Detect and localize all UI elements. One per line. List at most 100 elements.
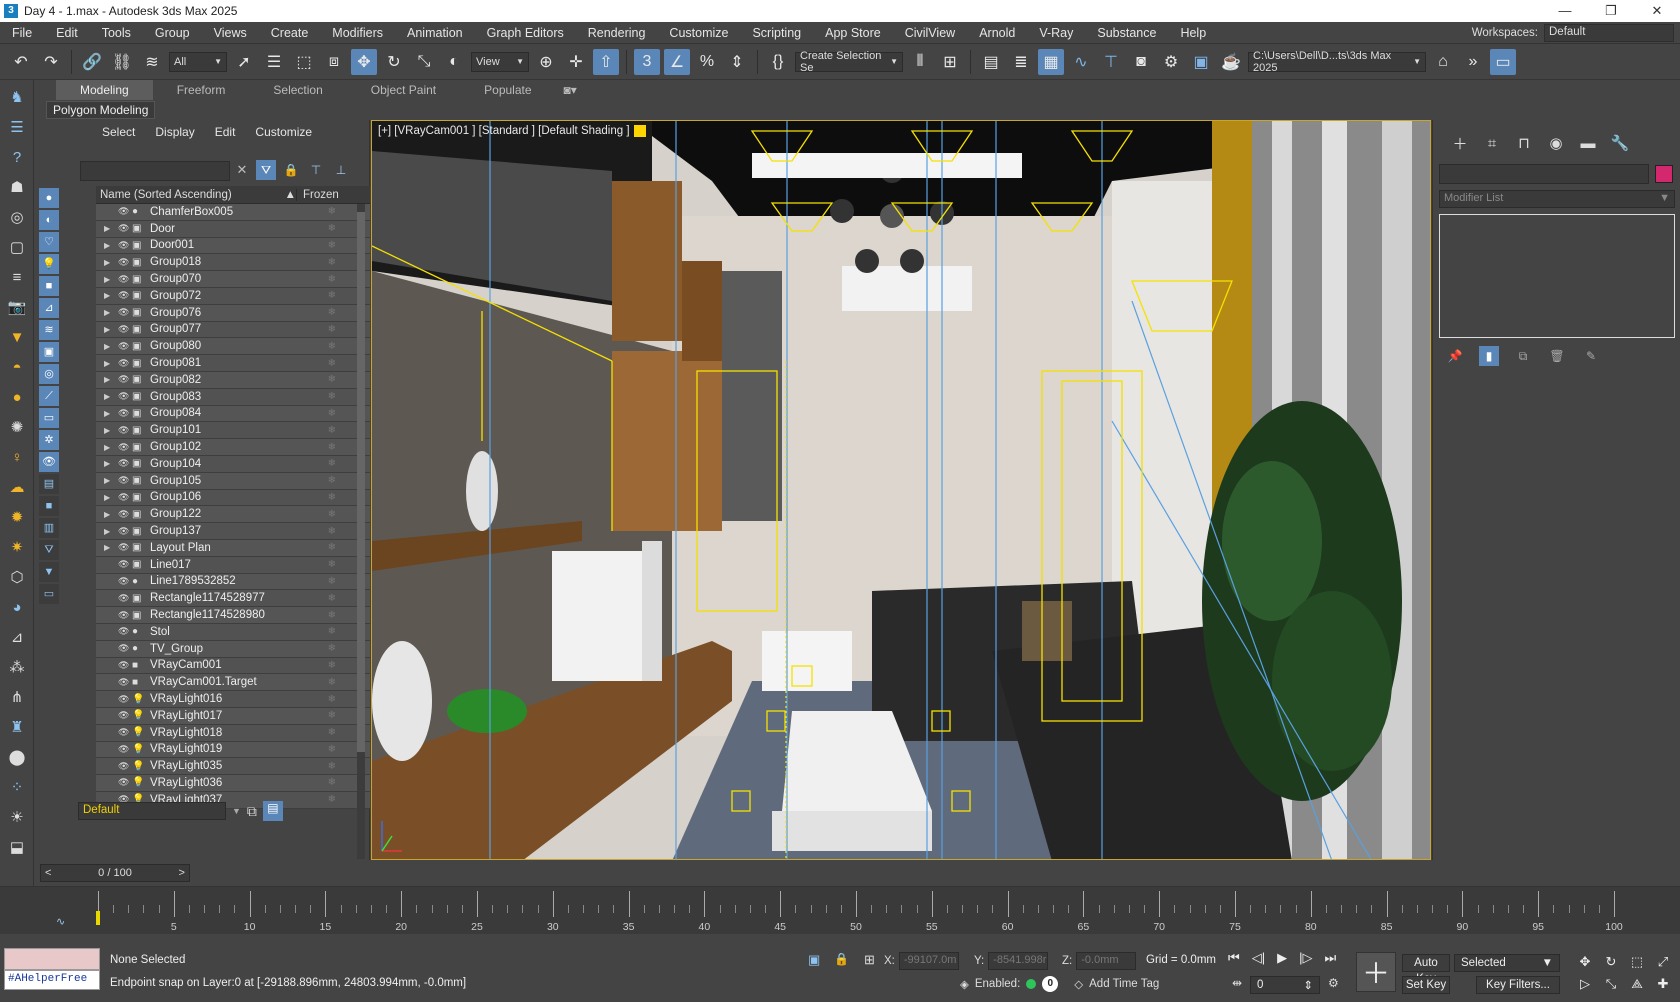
frozen-snowflake-icon[interactable]: ❄ <box>296 374 336 385</box>
render-production-icon[interactable]: ☕ <box>1218 49 1244 75</box>
expand-arrow-icon[interactable]: ▶ <box>104 493 114 502</box>
pin-stack-icon[interactable]: 📌 <box>1445 346 1465 366</box>
frozen-snowflake-icon[interactable]: ❄ <box>296 694 336 705</box>
frozen-snowflake-icon[interactable]: ❄ <box>296 643 336 654</box>
table-row[interactable]: 👁 💡 VRayLight017 ❄ <box>96 707 370 725</box>
table-row[interactable]: ▶ 👁 ▣ Group080 ❄ <box>96 338 370 356</box>
display-shapes-icon[interactable]: ♡ <box>39 232 59 252</box>
field-of-view-icon[interactable]: ⟁ <box>1628 976 1646 994</box>
maxscript-listener[interactable]: #AHelperFree <box>4 948 100 992</box>
visibility-eye-icon[interactable]: 👁 <box>118 206 132 217</box>
configure-modifier-sets-icon[interactable]: ✎ <box>1581 346 1601 366</box>
save-layout-icon[interactable]: ▭ <box>1490 48 1516 75</box>
keyboard-shortcut-override-icon[interactable]: ⇧ <box>593 48 619 75</box>
menu-customize[interactable]: Customize <box>657 22 740 44</box>
layers-icon[interactable]: ⧉ <box>247 803 257 820</box>
expand-arrow-icon[interactable]: ▶ <box>104 224 114 233</box>
frozen-snowflake-icon[interactable]: ❄ <box>296 777 336 788</box>
table-row[interactable]: ▶ 👁 ▣ Group082 ❄ <box>96 371 370 389</box>
visibility-eye-icon[interactable]: 👁 <box>118 240 132 251</box>
torus-icon[interactable]: ◎ <box>4 204 30 230</box>
table-row[interactable]: 👁 💡 VRayLight018 ❄ <box>96 724 370 742</box>
y-coordinate-input[interactable]: -8541.998r <box>988 952 1049 970</box>
key-mode-toggle-icon[interactable]: ⇹ <box>1232 976 1242 990</box>
scrollbar-thumb[interactable] <box>357 212 365 752</box>
table-row[interactable]: ▶ 👁 ▣ Group018 ❄ <box>96 254 370 272</box>
filter-icon[interactable]: ⛛ <box>256 160 276 180</box>
table-row[interactable]: ▶ 👁 ▣ Group083 ❄ <box>96 388 370 406</box>
unlink-icon[interactable]: ⛓ <box>109 49 135 75</box>
table-row[interactable]: ▶ 👁 ▣ Group070 ❄ <box>96 271 370 288</box>
rectangular-selection-icon[interactable]: ⬚ <box>291 49 317 75</box>
frozen-snowflake-icon[interactable]: ❄ <box>296 408 336 419</box>
close-button[interactable]: ✕ <box>1634 0 1680 22</box>
table-row[interactable]: 👁 💡 VRayLight035 ❄ <box>96 758 370 776</box>
table-row[interactable]: ▶ 👁 ▣ Group072 ❄ <box>96 287 370 305</box>
table-row[interactable]: ▶ 👁 ▣ Group104 ❄ <box>96 455 370 473</box>
frozen-snowflake-icon[interactable]: ❄ <box>296 307 336 318</box>
window-crossing-icon[interactable]: ⧈ <box>321 49 347 75</box>
visibility-eye-icon[interactable]: 👁 <box>118 643 132 654</box>
visibility-eye-icon[interactable]: 👁 <box>118 408 132 419</box>
frozen-snowflake-icon[interactable]: ❄ <box>296 274 336 285</box>
fur-icon[interactable]: ⋔ <box>4 684 30 710</box>
angle-snap-icon[interactable]: ∠ <box>664 48 690 75</box>
named-selection-dropdown[interactable]: Create Selection Se ▼ <box>795 50 903 74</box>
maxscript-output[interactable] <box>4 948 100 970</box>
render-setup-icon[interactable]: ⚙ <box>1158 49 1184 75</box>
frozen-snowflake-icon[interactable]: ❄ <box>296 458 336 469</box>
expand-arrow-icon[interactable]: ▶ <box>104 258 114 267</box>
sphere-light-icon[interactable]: ● <box>4 384 30 410</box>
maximize-button[interactable]: ❐ <box>1588 0 1634 22</box>
frozen-snowflake-icon[interactable]: ❄ <box>296 761 336 772</box>
toolbar-overflow-icon[interactable]: » <box>1460 49 1486 75</box>
time-configuration-icon[interactable]: ⚙ <box>1328 976 1339 990</box>
key-filters-button[interactable]: Key Filters... <box>1476 976 1560 994</box>
mesh-light-icon[interactable]: ☁ <box>4 474 30 500</box>
object-name-input[interactable] <box>1439 164 1649 184</box>
material-library-icon[interactable]: ⁘ <box>4 774 30 800</box>
frozen-snowflake-icon[interactable]: ❄ <box>296 526 336 537</box>
table-row[interactable]: 👁 ▣ Rectangle1174528980 ❄ <box>96 607 370 624</box>
tab-freeform[interactable]: Freeform <box>153 80 250 100</box>
proxy-icon[interactable]: ♜ <box>4 714 30 740</box>
select-and-place-icon[interactable]: ◐ <box>441 49 467 75</box>
expand-arrow-icon[interactable]: ▶ <box>104 459 114 468</box>
pan-view-icon[interactable]: ✥ <box>1576 954 1594 972</box>
layer-explorer-icon[interactable]: ≣ <box>1008 49 1034 75</box>
visibility-eye-icon[interactable]: 👁 <box>118 593 132 604</box>
tab-modeling[interactable]: Modeling <box>56 80 153 100</box>
frozen-snowflake-icon[interactable]: ❄ <box>296 677 336 688</box>
table-row[interactable]: 👁 ● TV_Group ❄ <box>96 640 370 658</box>
clear-search-icon[interactable]: ✕ <box>234 162 250 180</box>
selection-lock-icon[interactable]: 🔒 <box>834 952 849 966</box>
visibility-eye-icon[interactable]: 👁 <box>118 290 132 301</box>
key-mode-dropdown[interactable]: Selected ▼ <box>1454 954 1560 972</box>
explorer-menu-customize[interactable]: Customize <box>245 125 322 139</box>
expand-arrow-icon[interactable]: ▶ <box>104 275 114 284</box>
select-by-name-icon[interactable]: ☰ <box>261 49 287 75</box>
visibility-eye-icon[interactable]: 👁 <box>118 727 132 738</box>
funnel-icon[interactable]: ▼ <box>39 562 59 582</box>
display-frozen-icon[interactable]: 👁 <box>39 452 59 472</box>
expand-arrow-icon[interactable]: ▶ <box>104 426 114 435</box>
table-row[interactable]: ▶ 👁 ▣ Group076 ❄ <box>96 304 370 322</box>
display-bones-icon[interactable]: ⟋ <box>39 386 59 406</box>
pivot-center-icon[interactable]: ⊕ <box>533 49 559 75</box>
menu-scripting[interactable]: Scripting <box>740 22 813 44</box>
expand-arrow-icon[interactable]: ▶ <box>104 476 114 485</box>
expand-arrow-icon[interactable]: ▶ <box>104 325 114 334</box>
visibility-eye-icon[interactable]: 👁 <box>118 307 132 318</box>
visibility-eye-icon[interactable]: 👁 <box>118 761 132 772</box>
add-time-tag-button[interactable]: Add Time Tag <box>1089 978 1159 990</box>
explorer-menu-edit[interactable]: Edit <box>205 125 246 139</box>
visibility-eye-icon[interactable]: 👁 <box>118 526 132 537</box>
hierarchy-icon[interactable]: ⊤ <box>306 160 326 180</box>
table-row[interactable]: ▶ 👁 ▣ Group122 ❄ <box>96 506 370 524</box>
select-object-icon[interactable]: ➚ <box>231 49 257 75</box>
display-tab-icon[interactable]: ▬ <box>1575 132 1601 154</box>
menu-arnold[interactable]: Arnold <box>967 22 1027 44</box>
toggle-ribbon-icon[interactable]: ▦ <box>1038 48 1064 75</box>
cube-icon[interactable]: ⬡ <box>4 564 30 590</box>
spinner-snap-icon[interactable]: ⇕ <box>724 49 750 75</box>
